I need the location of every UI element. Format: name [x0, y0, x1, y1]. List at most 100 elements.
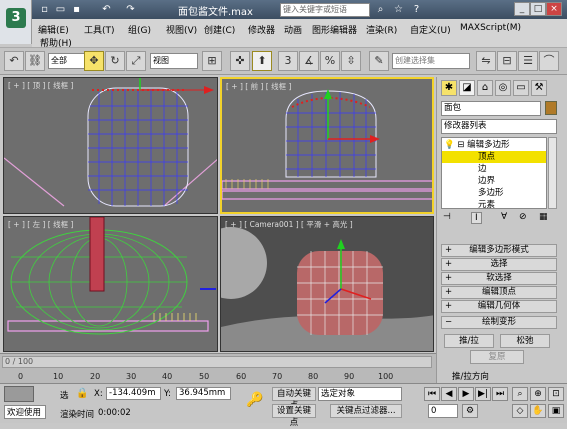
menu-customize[interactable]: 自定义(U) [410, 23, 451, 36]
app-logo[interactable]: 3 [0, 0, 32, 44]
menu-modifiers[interactable]: 修改器 [248, 23, 275, 36]
stack-item-border[interactable]: 边界 [442, 175, 546, 187]
pan-icon[interactable]: ✋ [530, 404, 546, 418]
hierarchy-tab-icon[interactable]: ⌂ [477, 80, 493, 96]
rollout-paint-deformation[interactable]: − 绘制变形 [441, 316, 557, 329]
search-input[interactable]: 键入关键字或短语 [280, 3, 370, 17]
angle-snap-icon[interactable]: ∡ [299, 51, 319, 71]
edit-named-selection-icon[interactable]: ✎ [369, 51, 389, 71]
stack-item-element[interactable]: 元素 [442, 199, 546, 211]
menu-create[interactable]: 创建(C) [204, 23, 235, 36]
key-filters-button[interactable]: 关键点过滤器... [330, 404, 402, 418]
coord-system-dropdown[interactable]: 视图 [150, 53, 198, 69]
relax-button[interactable]: 松弛 [500, 334, 550, 348]
go-to-start-icon[interactable]: ⏮ [424, 387, 440, 401]
menu-graph-editors[interactable]: 图形编辑器 [312, 23, 357, 36]
undo-tool-icon[interactable]: ↶ [4, 51, 24, 71]
mirror-icon[interactable]: ⇋ [476, 51, 496, 71]
maximize-button[interactable]: □ [530, 2, 546, 16]
menu-tools[interactable]: 工具(T) [84, 23, 115, 36]
welcome-field[interactable]: 欢迎使用 [4, 405, 46, 419]
previous-frame-icon[interactable]: ◀ [441, 387, 457, 401]
play-icon[interactable]: ▶ [458, 387, 474, 401]
auto-key-button[interactable]: 自动关键点 [272, 387, 316, 411]
field-of-view-icon[interactable]: ◇ [512, 404, 528, 418]
maxscript-listener[interactable] [4, 386, 34, 402]
viewport-top[interactable]: [ + ] [ 顶 ] [ 线框 ] [3, 77, 218, 214]
modifier-list-dropdown[interactable]: 修改器列表 [441, 119, 557, 134]
stack-item-edit-poly[interactable]: 💡 ⊟ 编辑多边形 [444, 139, 548, 151]
object-name-field[interactable]: 面包 [441, 101, 541, 116]
stack-item-vertex[interactable]: 顶点 [442, 151, 546, 163]
snap-3d-icon[interactable]: 3 [278, 51, 298, 71]
object-color-swatch[interactable] [545, 101, 557, 115]
rotate-icon[interactable]: ↻ [105, 51, 125, 71]
new-file-icon[interactable]: ▫ [38, 3, 51, 16]
save-icon[interactable]: ▪ [70, 3, 83, 16]
viewport-label-top[interactable]: [ + ] [ 顶 ] [ 线框 ] [8, 80, 73, 91]
menu-views[interactable]: 视图(V) [166, 23, 197, 36]
rollout-edit-poly-mode[interactable]: + 编辑多边形模式 [441, 244, 557, 257]
selected-objects-dropdown[interactable]: 选定对象 [318, 387, 402, 401]
viewport-label-front[interactable]: [ + ] [ 前 ] [ 线框 ] [226, 81, 291, 92]
zoom-extents-icon[interactable]: ⊡ [548, 387, 564, 401]
rollout-soft-selection[interactable]: + 软选择 [441, 272, 557, 285]
next-frame-icon[interactable]: ▶| [475, 387, 491, 401]
x-coordinate-input[interactable]: -134.409m [106, 387, 161, 400]
select-manipulate-icon[interactable]: ✜ [230, 51, 250, 71]
viewport-label-left[interactable]: [ + ] [ 左 ] [ 线框 ] [8, 219, 73, 230]
modify-tab-icon[interactable]: ◪ [459, 80, 475, 96]
maximize-viewport-icon[interactable]: ▣ [548, 404, 564, 418]
y-coordinate-input[interactable]: 36.945mm [176, 387, 231, 400]
menu-rendering[interactable]: 渲染(R) [366, 23, 397, 36]
rollout-selection[interactable]: + 选择 [441, 258, 557, 271]
show-end-result-icon[interactable]: I [471, 212, 482, 224]
help-icon[interactable]: ? [410, 3, 423, 16]
rollout-edit-vertices[interactable]: + 编辑顶点 [441, 286, 557, 299]
time-slider[interactable]: 0 / 100 [2, 356, 432, 368]
percent-snap-icon[interactable]: % [320, 51, 340, 71]
zoom-all-icon[interactable]: ⊕ [530, 387, 546, 401]
menu-animation[interactable]: 动画 [284, 23, 302, 36]
pin-icon[interactable]: ⊣ [443, 212, 451, 222]
viewport-camera[interactable]: [ + ] [ Camera001 ] [ 平滑 + 高光 ] [220, 216, 434, 352]
pivot-icon[interactable]: ⊞ [202, 51, 222, 71]
stack-item-polygon[interactable]: 多边形 [442, 187, 546, 199]
remove-modifier-icon[interactable]: ⊘ [519, 212, 527, 222]
lock-selection-icon[interactable]: 🔒 [76, 388, 88, 399]
configure-icon[interactable]: ▦ [539, 212, 548, 222]
close-button[interactable]: × [546, 2, 562, 16]
time-config-icon[interactable]: ⚙ [462, 404, 478, 418]
rollout-edit-geometry[interactable]: + 编辑几何体 [441, 300, 557, 313]
menu-group[interactable]: 组(G) [128, 23, 151, 36]
stack-scrollbar[interactable] [548, 137, 557, 209]
zoom-icon[interactable]: ⌕ [512, 387, 528, 401]
timeline[interactable]: 0 / 100 0 10 20 30 40 50 60 70 80 90 100 [0, 353, 436, 383]
revert-button[interactable]: 复原 [470, 350, 524, 364]
search-icon[interactable]: ⌕ [374, 3, 387, 16]
motion-tab-icon[interactable]: ◎ [495, 80, 511, 96]
redo-icon[interactable]: ↷ [124, 3, 137, 16]
key-icon[interactable]: 🔑 [246, 392, 263, 408]
utilities-tab-icon[interactable]: ⚒ [531, 80, 547, 96]
open-file-icon[interactable]: ▭ [54, 3, 67, 16]
undo-icon[interactable]: ↶ [100, 3, 113, 16]
keyboard-shortcut-icon[interactable]: ⬆ [252, 51, 272, 71]
named-selection-dropdown[interactable]: 创建选择集 [392, 53, 470, 69]
minimize-button[interactable]: _ [514, 2, 530, 16]
align-icon[interactable]: ⊟ [497, 51, 517, 71]
unique-icon[interactable]: ∀ [501, 212, 507, 222]
viewport-left[interactable]: [ + ] [ 左 ] [ 线框 ] [3, 216, 218, 352]
select-move-icon[interactable]: ✥ [84, 51, 104, 71]
curve-editor-icon[interactable]: ⌒ [539, 51, 559, 71]
create-tab-icon[interactable]: ✱ [441, 80, 457, 96]
scale-icon[interactable]: ⤢ [126, 51, 146, 71]
go-to-end-icon[interactable]: ⏭ [492, 387, 508, 401]
display-tab-icon[interactable]: ▭ [513, 80, 529, 96]
link-icon[interactable]: ⛓ [25, 51, 45, 71]
current-frame-input[interactable]: 0 [428, 404, 458, 418]
viewport-label-camera[interactable]: [ + ] [ Camera001 ] [ 平滑 + 高光 ] [225, 219, 353, 230]
viewport-front[interactable]: [ + ] [ 前 ] [ 线框 ] [220, 77, 434, 214]
set-key-button[interactable]: 设置关键点 [272, 404, 316, 428]
spinner-snap-icon[interactable]: ⇳ [341, 51, 361, 71]
